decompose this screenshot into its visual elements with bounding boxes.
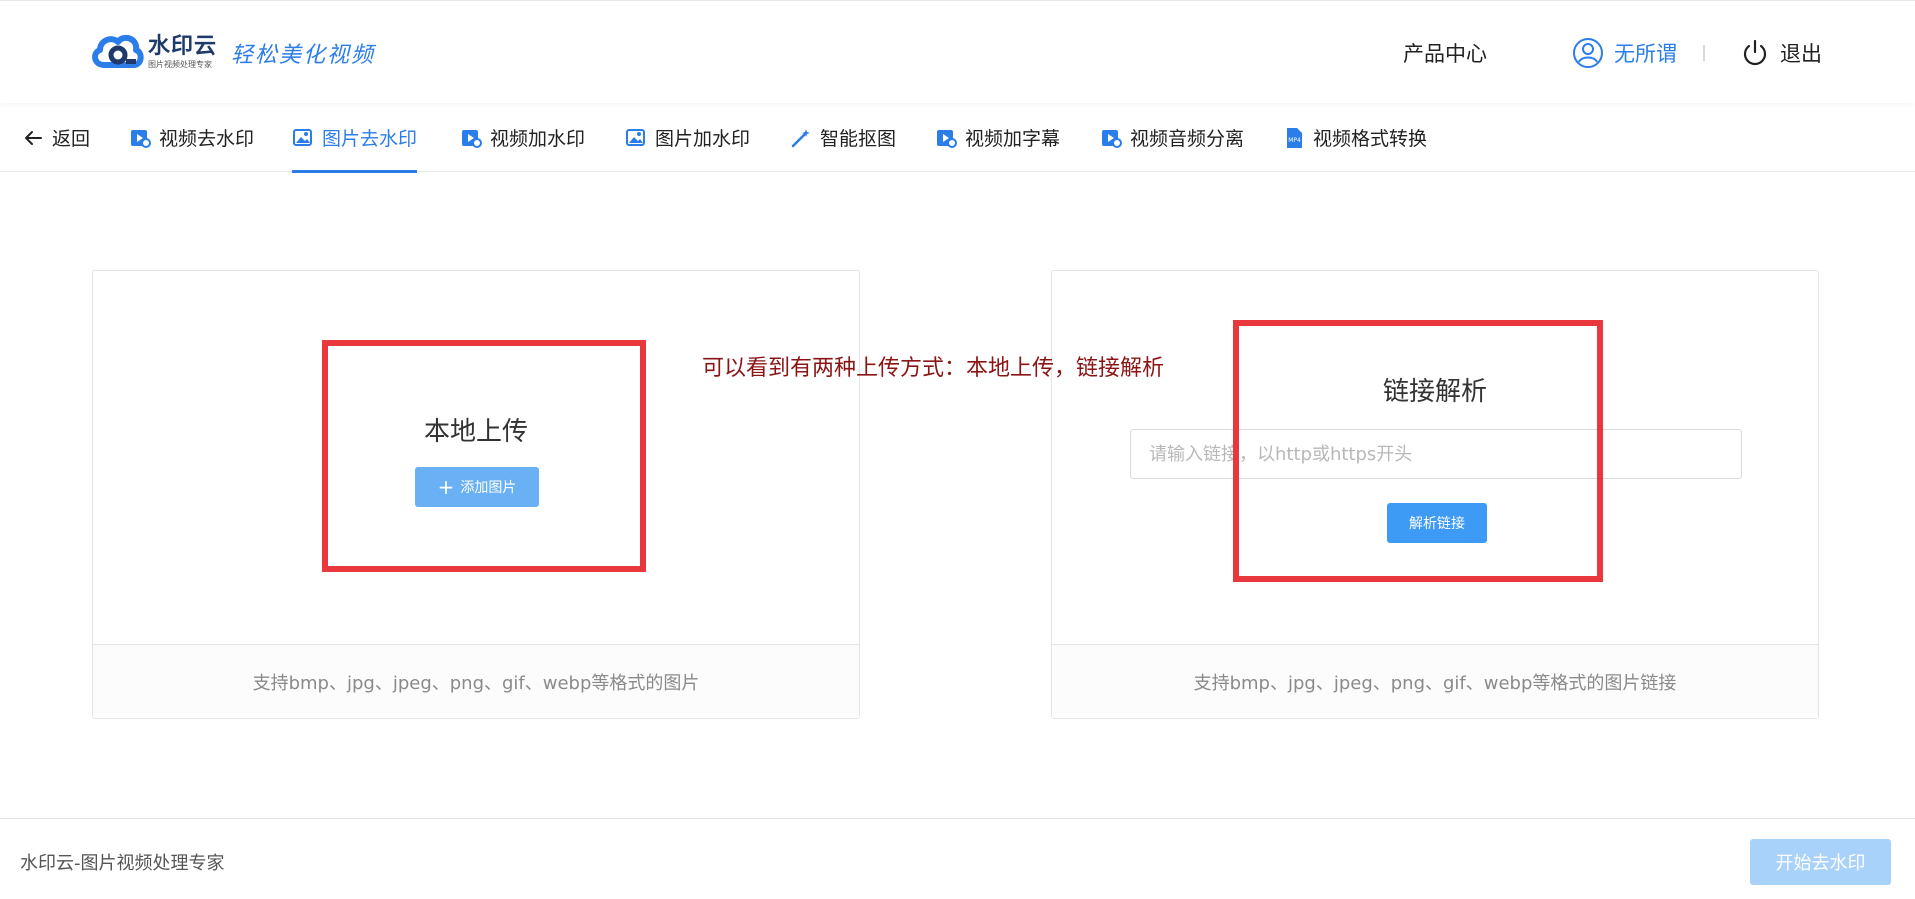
mp4-file-icon: MP4 — [1287, 127, 1302, 148]
brand-slogan: 轻松美化视频 — [231, 43, 376, 68]
tab-label: 视频格式转换 — [1313, 128, 1428, 150]
tab-video-add-subtitles[interactable]: 视频加字幕 — [935, 103, 1060, 172]
tab-image-add-watermark[interactable]: 图片加水印 — [625, 103, 750, 172]
cloud-logo-icon — [92, 34, 144, 68]
image-icon — [626, 128, 645, 146]
logout-button[interactable]: 退出 — [1740, 31, 1822, 75]
product-center-link[interactable]: 产品中心 — [1403, 31, 1487, 75]
start-remove-watermark-button[interactable]: 开始去水印 — [1750, 839, 1891, 885]
tab-label: 视频去水印 — [159, 128, 255, 150]
highlight-box-local-upload — [322, 340, 646, 572]
brand-subtitle: 图片视频处理专家 — [148, 60, 212, 69]
bottom-bar: 水印云-图片视频处理专家 开始去水印 — [0, 818, 1915, 899]
video-icon — [131, 129, 151, 148]
tab-video-remove-watermark[interactable]: 视频去水印 — [129, 103, 254, 172]
arrow-left-icon — [25, 130, 42, 145]
highlight-box-link-parse — [1233, 320, 1603, 582]
image-icon — [293, 128, 312, 146]
video-icon — [937, 129, 957, 148]
back-label: 返回 — [52, 128, 91, 150]
tool-tabs: 返回 视频去水印 图片去水印 视频加水印 图片加水印 智能抠图 视频加字幕 视频… — [0, 103, 1915, 173]
footer-brand-text: 水印云-图片视频处理专家 — [20, 853, 225, 874]
tab-label: 视频音频分离 — [1130, 128, 1245, 150]
tab-smart-cutout[interactable]: 智能抠图 — [790, 103, 896, 172]
top-header: 水印云 图片视频处理专家 轻松美化视频 产品中心 无所谓 退出 — [0, 0, 1915, 103]
tab-label: 视频加水印 — [490, 128, 586, 150]
local-upload-formats: 支持bmp、jpg、jpeg、png、gif、webp等格式的图片 — [93, 644, 859, 718]
brand-name: 水印云 — [148, 34, 218, 59]
tab-label: 智能抠图 — [820, 128, 897, 150]
tab-label: 视频加字幕 — [965, 128, 1061, 150]
user-menu[interactable]: 无所谓 — [1572, 31, 1677, 75]
logout-label: 退出 — [1780, 42, 1822, 66]
tab-label: 图片去水印 — [322, 128, 418, 150]
link-parse-formats: 支持bmp、jpg、jpeg、png、gif、webp等格式的图片链接 — [1052, 644, 1818, 718]
magic-wand-icon — [791, 128, 810, 147]
annotation-note: 可以看到有两种上传方式：本地上传，链接解析 — [702, 356, 1165, 381]
tab-video-audio-split[interactable]: 视频音频分离 — [1100, 103, 1244, 172]
username: 无所谓 — [1614, 42, 1677, 66]
tab-video-format-convert[interactable]: MP4 视频格式转换 — [1283, 103, 1427, 172]
video-icon — [1102, 129, 1122, 148]
tab-image-remove-watermark[interactable]: 图片去水印 — [292, 103, 418, 173]
user-avatar-icon — [1573, 38, 1603, 68]
logo[interactable]: 水印云 图片视频处理专家 轻松美化视频 — [90, 31, 375, 75]
back-button[interactable]: 返回 — [22, 103, 90, 172]
tab-video-add-watermark[interactable]: 视频加水印 — [460, 103, 585, 172]
header-divider — [1703, 45, 1705, 61]
video-icon — [462, 129, 482, 148]
power-icon — [1743, 39, 1767, 66]
tab-label: 图片加水印 — [655, 128, 751, 150]
svg-text:MP4: MP4 — [1288, 137, 1301, 144]
